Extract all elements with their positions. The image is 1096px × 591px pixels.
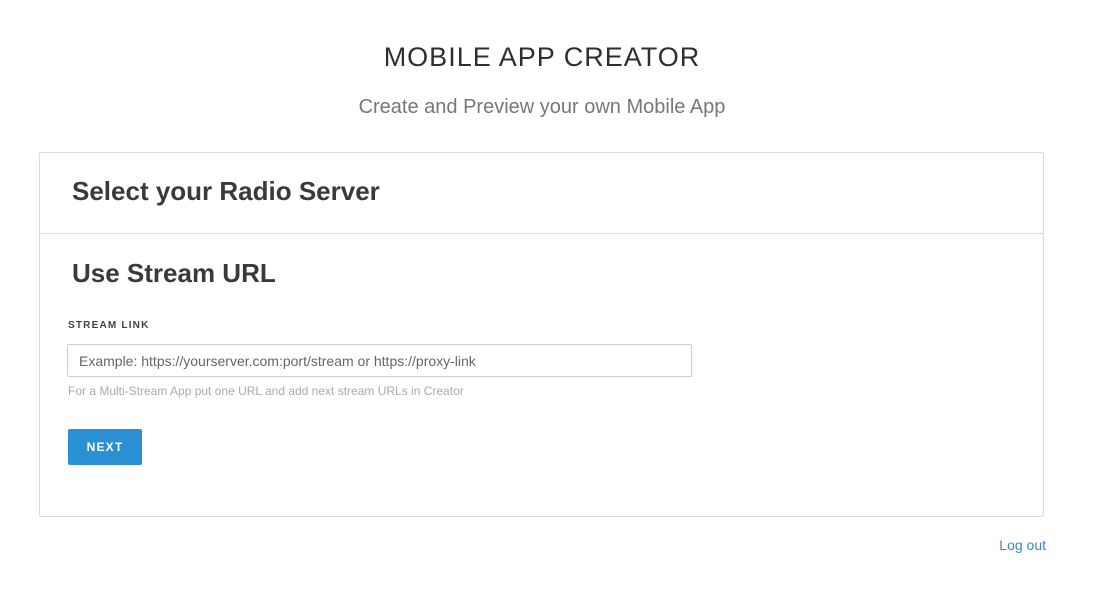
- app-title: MOBILE APP CREATOR: [383, 42, 701, 72]
- stream-link-help: For a Multi-Stream App put one URL and a…: [68, 384, 464, 398]
- card-header: Select your Radio Server: [40, 153, 1043, 234]
- logout-link[interactable]: Log out: [999, 537, 1046, 553]
- next-button[interactable]: NEXT: [68, 429, 142, 465]
- stream-link-input[interactable]: [67, 344, 692, 377]
- page: MOBILE APP CREATOR Create and Preview yo…: [0, 0, 1096, 591]
- server-selection-card: Select your Radio Server Use Stream URL …: [39, 152, 1044, 517]
- stream-link-label: STREAM LINK: [68, 320, 150, 331]
- card-title: Select your Radio Server: [72, 176, 380, 206]
- section-title: Use Stream URL: [72, 258, 276, 288]
- app-subtitle: Create and Preview your own Mobile App: [358, 96, 726, 118]
